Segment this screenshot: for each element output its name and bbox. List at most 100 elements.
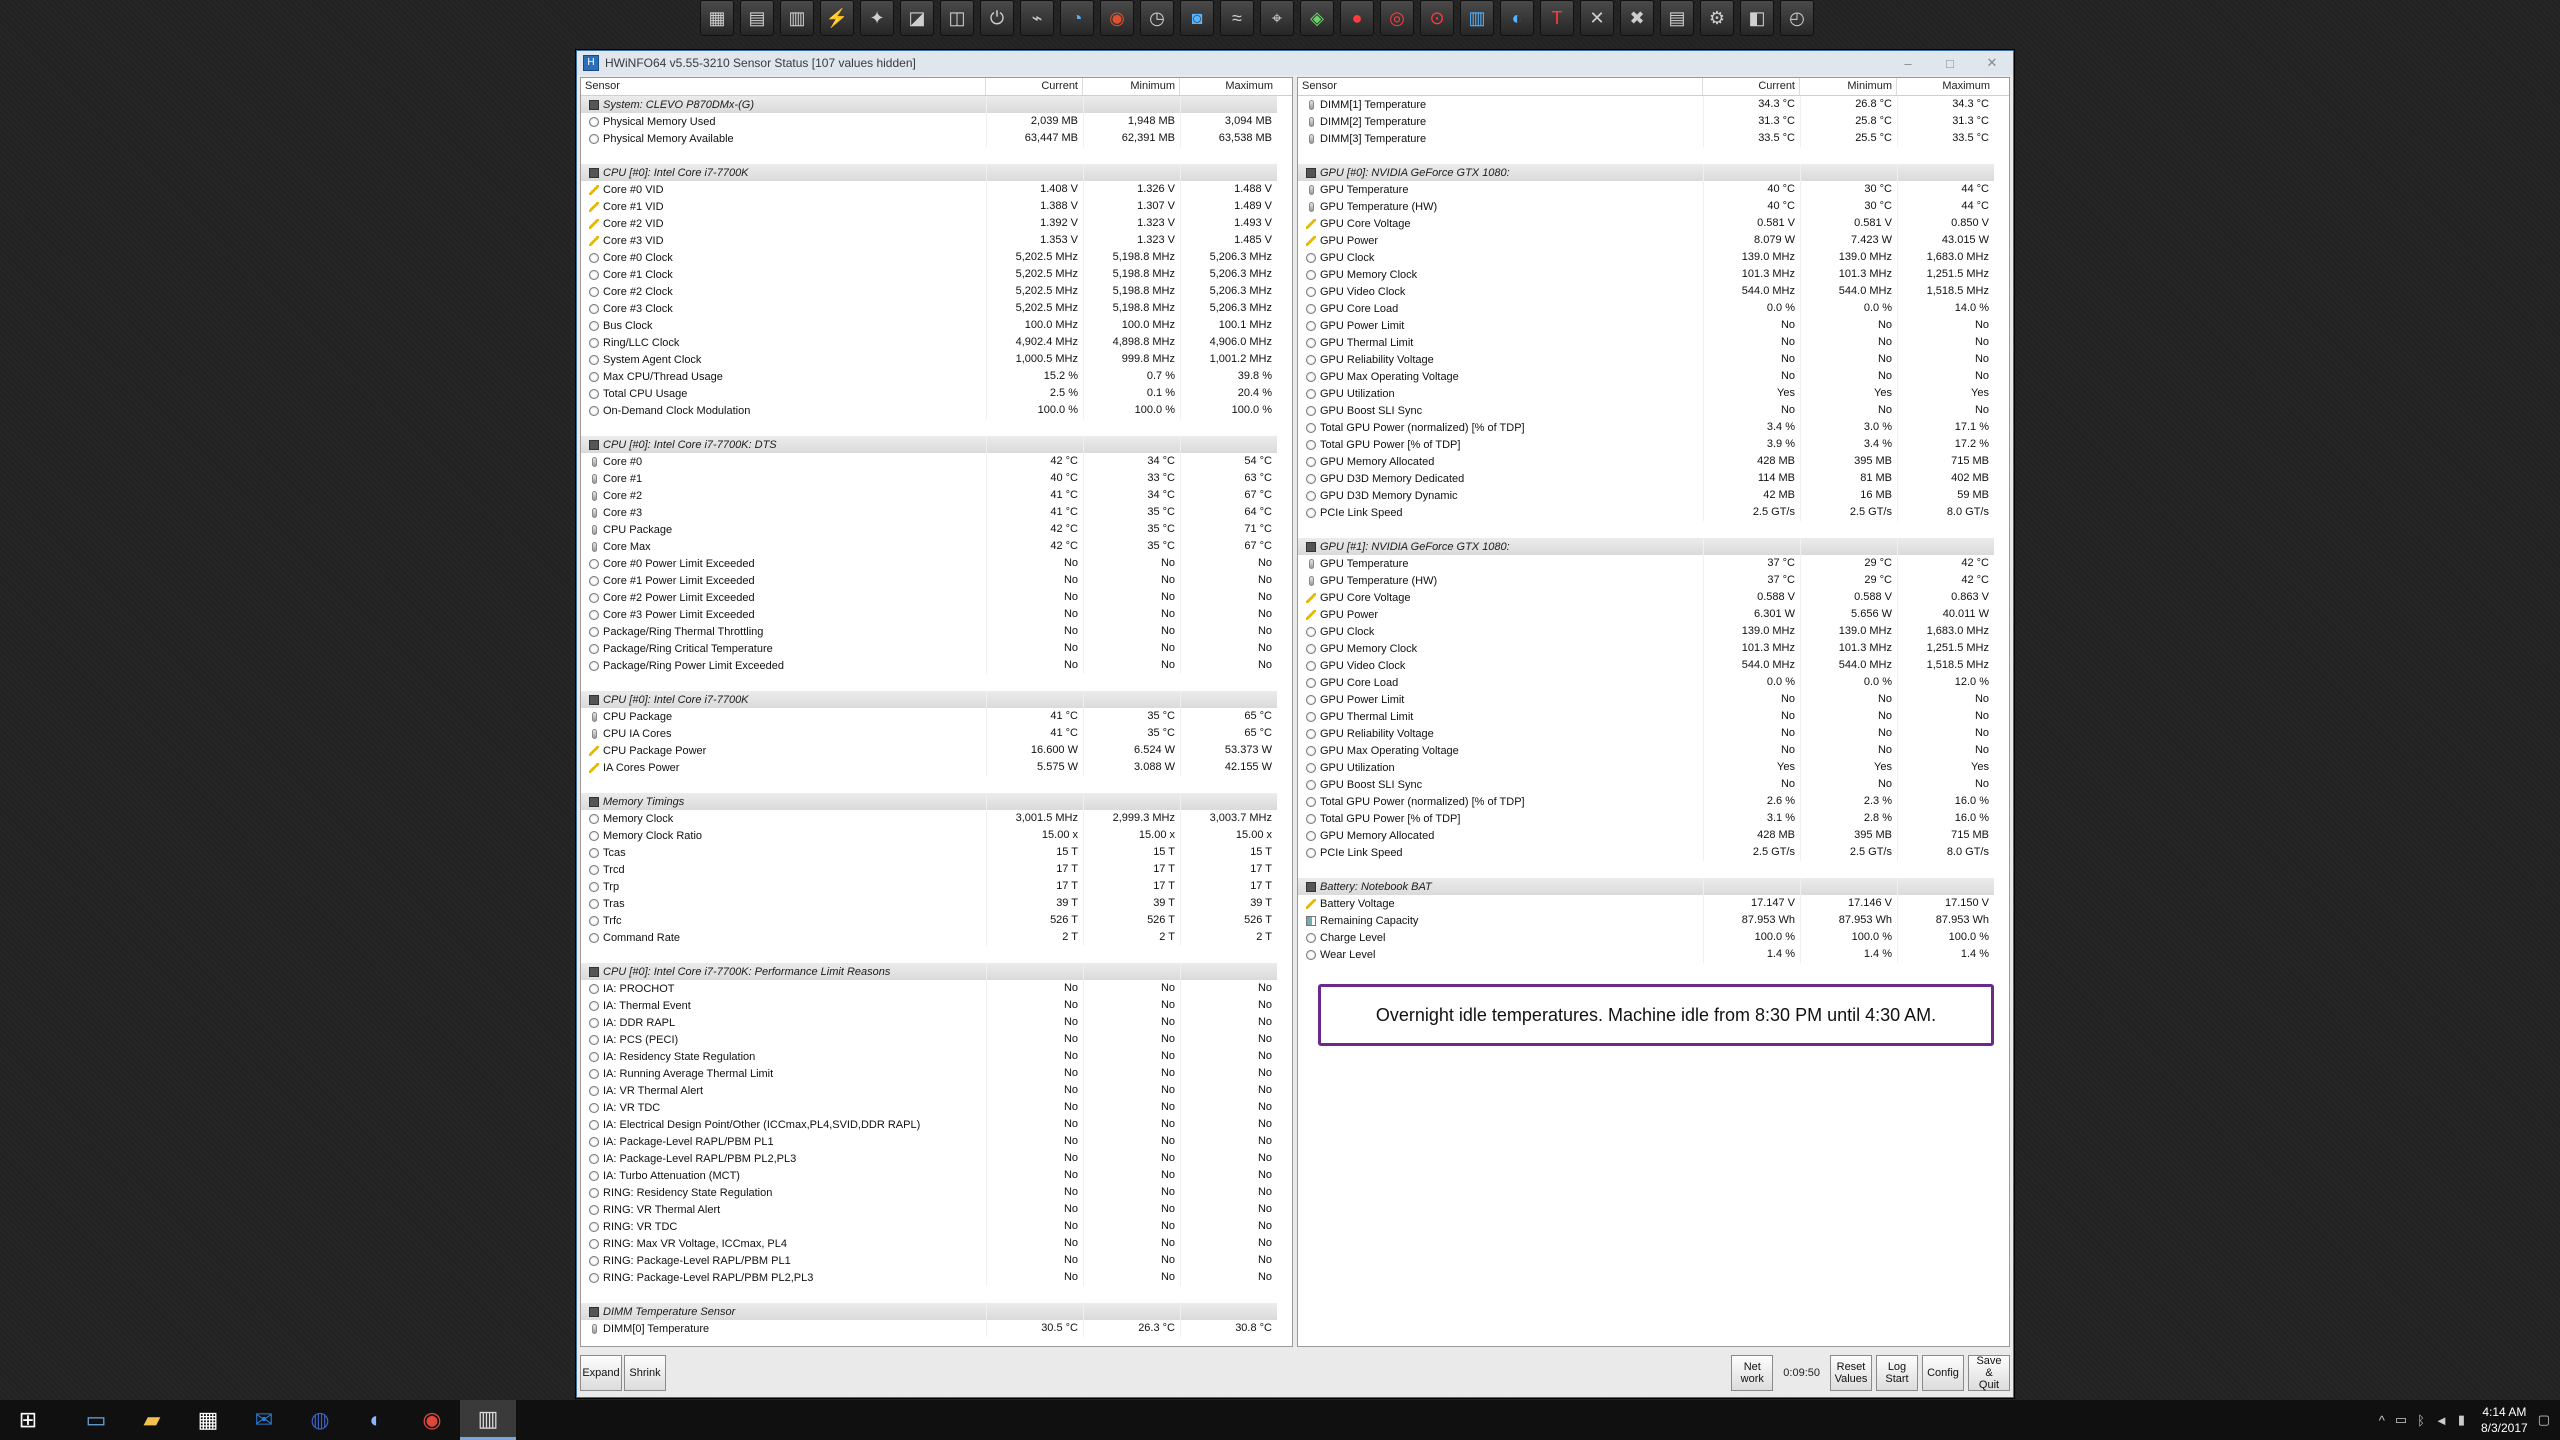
sensor-row[interactable]: GPU Video Clock 544.0 MHz 544.0 MHz 1,518.5…	[1298, 657, 2009, 674]
sensor-row[interactable]: Core #2 Power Limit Exceeded No No No	[581, 589, 1292, 606]
sensor-row[interactable]: Charge Level 100.0 % 100.0 % 100.0 %	[1298, 929, 2009, 946]
sensor-row[interactable]: GPU Boost SLI Sync No No No	[1298, 776, 2009, 793]
minimum-column-header[interactable]: Minimum	[1800, 78, 1897, 95]
sensor-column-header[interactable]: Sensor	[581, 78, 986, 95]
record-icon[interactable]: ◉	[1100, 0, 1134, 36]
current-column-header[interactable]: Current	[1703, 78, 1800, 95]
sensor-row[interactable]: Bus Clock 100.0 MHz 100.0 MHz 100.1 MHz	[581, 317, 1292, 334]
sensor-row[interactable]: IA: PCS (PECI) No No No	[581, 1031, 1292, 1048]
sensor-row[interactable]: Trp 17 T 17 T 17 T	[581, 878, 1292, 895]
sensor-row[interactable]: RING: VR TDC No No No	[581, 1218, 1292, 1235]
sensor-row[interactable]: Command Rate 2 T2 T2 T	[581, 929, 1292, 946]
network-tray-icon[interactable]: ▭	[2395, 1412, 2407, 1428]
ring-icon[interactable]: ◎	[1380, 0, 1414, 36]
sensor-row[interactable]: IA: Electrical Design Point/Other (ICCma…	[581, 1116, 1292, 1133]
toggle-icon[interactable]: ⏻	[980, 0, 1014, 36]
sensor-row[interactable]: IA: Package-Level RAPL/PBM PL2,PL3 No No No	[581, 1150, 1292, 1167]
sensor-row[interactable]: CPU Package Power 16.600 W 6.524 W 53.373 W	[581, 742, 1292, 759]
title-bar[interactable]: H HWiNFO64 v5.55-3210 Sensor Status [107…	[577, 51, 2013, 75]
sensor-row[interactable]: Core #2 41 °C 34 °C 67 °C	[581, 487, 1292, 504]
sensor-row[interactable]: On-Demand Clock Modulation 100.0 % 100.0 %…	[581, 402, 1292, 419]
sensor-row[interactable]: Core #3 VID 1.353 V 1.323 V 1.485 V	[581, 232, 1292, 249]
sensor-row[interactable]: GPU Utilization Yes Yes Yes	[1298, 385, 2009, 402]
sensor-row[interactable]: GPU Clock 139.0 MHz 139.0 MHz 1,683.0 MHz	[1298, 623, 2009, 640]
maximum-column-header[interactable]: Maximum	[1897, 78, 1994, 95]
sensor-row[interactable]: GPU Core Load 0.0 % 0.0 % 14.0 %	[1298, 300, 2009, 317]
sensor-row[interactable]: GPU Power Limit No No No	[1298, 317, 2009, 334]
sensor-row[interactable]: IA Cores Power 5.575 W 3.088 W 42.155 W	[581, 759, 1292, 776]
sensor-row[interactable]: Physical Memory Available 63,447 MB 62,391…	[581, 130, 1292, 147]
sensor-row[interactable]: Core #1 Clock 5,202.5 MHz 5,198.8 MHz 5,206…	[581, 266, 1292, 283]
sensor-row[interactable]: IA: DDR RAPL No No No	[581, 1014, 1292, 1031]
sensor-row[interactable]: Core #2 Clock 5,202.5 MHz 5,198.8 MHz 5,206…	[581, 283, 1292, 300]
sensor-row[interactable]: PCIe Link Speed 2.5 GT/s 2.5 GT/s 8.0 GT/s	[1298, 504, 2009, 521]
close-button[interactable]: ✕	[1971, 55, 2013, 71]
battery-tray-icon[interactable]: ▮	[2458, 1412, 2465, 1428]
stopwatch-icon[interactable]: ◴	[1780, 0, 1814, 36]
sensor-row[interactable]: GPU Power Limit No No No	[1298, 691, 2009, 708]
desktop-icon[interactable]: ▭	[68, 1400, 124, 1440]
sensor-row[interactable]: PCIe Link Speed 2.5 GT/s 2.5 GT/s 8.0 GT/s	[1298, 844, 2009, 861]
nvidia-icon[interactable]: ◈	[1300, 0, 1334, 36]
outlook-icon[interactable]: ✉	[236, 1400, 292, 1440]
sensor-row[interactable]: IA: VR Thermal Alert No No No	[581, 1082, 1292, 1099]
sensor-row[interactable]: GPU D3D Memory Dynamic 42 MB 16 MB 59 MB	[1298, 487, 2009, 504]
sensor-row[interactable]: IA: Thermal Event No No No	[581, 997, 1292, 1014]
sensor-row[interactable]: DIMM[3] Temperature 33.5 °C 25.5 °C 33.5 °C	[1298, 130, 2009, 147]
sensor-row[interactable]: Core Max 42 °C 35 °C 67 °C	[581, 538, 1292, 555]
sensor-row[interactable]: Package/Ring Power Limit Exceeded No No No	[581, 657, 1292, 674]
sensor-row[interactable]: Battery Voltage 17.147 V 17.146 V 17.150 V	[1298, 895, 2009, 912]
taskbar-clock[interactable]: 4:14 AM 8/3/2017	[2481, 1404, 2528, 1436]
cam-icon[interactable]: ◙	[1180, 0, 1214, 36]
sensor-row[interactable]: GPU Temperature 40 °C 30 °C 44 °C	[1298, 181, 2009, 198]
sensor-row[interactable]: GPU Thermal Limit No No No	[1298, 334, 2009, 351]
sensor-row[interactable]: GPU Reliability Voltage No No No	[1298, 351, 2009, 368]
disk-icon[interactable]: ◫	[940, 0, 974, 36]
chrome-icon[interactable]: ◉	[404, 1400, 460, 1440]
sensor-row[interactable]: GPU Boost SLI Sync No No No	[1298, 402, 2009, 419]
gamepad-icon[interactable]: ◧	[1740, 0, 1774, 36]
sensor-group-header[interactable]: DIMM Temperature Sensor	[581, 1303, 1292, 1320]
sensor-row[interactable]: Package/Ring Thermal Throttling No No No	[581, 623, 1292, 640]
firefox-icon[interactable]: ◐	[348, 1400, 404, 1440]
sensor-row[interactable]: IA: Package-Level RAPL/PBM PL1 No No No	[581, 1133, 1292, 1150]
minimum-column-header[interactable]: Minimum	[1083, 78, 1180, 95]
maximum-column-header[interactable]: Maximum	[1180, 78, 1277, 95]
sensor-row[interactable]: Core #3 41 °C 35 °C 64 °C	[581, 504, 1292, 521]
sensor-row[interactable]: Core #0 VID 1.408 V 1.326 V 1.488 V	[581, 181, 1292, 198]
sensor-row[interactable]: Ring/LLC Clock 4,902.4 MHz 4,898.8 MHz 4,90…	[581, 334, 1292, 351]
memo-icon[interactable]: ▤	[1660, 0, 1694, 36]
sensor-row[interactable]: Core #1 VID 1.388 V 1.307 V 1.489 V	[581, 198, 1292, 215]
chevron-up-icon[interactable]: ^	[2379, 1413, 2385, 1428]
target-icon[interactable]: ⊙	[1420, 0, 1454, 36]
sensor-group-header[interactable]: CPU [#0]: Intel Core i7-7700K	[581, 164, 1292, 181]
sensor-row[interactable]: Total GPU Power (normalized) [% of TDP] 3…	[1298, 419, 2009, 436]
sensor-row[interactable]: GPU Max Operating Voltage No No No	[1298, 368, 2009, 385]
sensor-row[interactable]: RING: Package-Level RAPL/PBM PL2,PL3 No No…	[581, 1269, 1292, 1286]
sensor-row[interactable]: Wear Level 1.4 % 1.4 % 1.4 %	[1298, 946, 2009, 963]
gauge-icon[interactable]: ◔	[1060, 0, 1094, 36]
windows-start-icon[interactable]: ⊞	[0, 1400, 56, 1440]
sensor-row[interactable]: Core #0 42 °C 34 °C 54 °C	[581, 453, 1292, 470]
sensor-row[interactable]: RING: VR Thermal Alert No No No	[581, 1201, 1292, 1218]
minimize-button[interactable]: –	[1887, 56, 1929, 71]
sensor-row[interactable]: GPU Video Clock 544.0 MHz 544.0 MHz 1,518.5…	[1298, 283, 2009, 300]
expand-button[interactable]: Expand	[580, 1355, 622, 1391]
config-button[interactable]: Config	[1922, 1355, 1964, 1391]
sensor-row[interactable]: Package/Ring Critical Temperature No No No	[581, 640, 1292, 657]
sensor-row[interactable]: DIMM[1] Temperature 34.3 °C 26.8 °C 34.3 °C	[1298, 96, 2009, 113]
shrink-button[interactable]: Shrink	[624, 1355, 666, 1391]
sensor-row[interactable]: Trcd 17 T 17 T 17 T	[581, 861, 1292, 878]
ram-icon[interactable]: ▥	[780, 0, 814, 36]
sensor-column-header[interactable]: Sensor	[1298, 78, 1703, 95]
sensor-row[interactable]: Memory Clock Ratio 15.00 x 15.00 x 15.00 x	[581, 827, 1292, 844]
hwmonitor-icon[interactable]: ▦	[700, 0, 734, 36]
sensor-row[interactable]: IA: Turbo Attenuation (MCT) No No No	[581, 1167, 1292, 1184]
sensor-row[interactable]: DIMM[2] Temperature 31.3 °C 25.8 °C 31.3 °C	[1298, 113, 2009, 130]
sensor-row[interactable]: Total GPU Power (normalized) [% of TDP] 2…	[1298, 793, 2009, 810]
chart-icon[interactable]: ◪	[900, 0, 934, 36]
sensor-row[interactable]: CPU Package 42 °C 35 °C 71 °C	[581, 521, 1292, 538]
sensor-row[interactable]: GPU Memory Allocated 428 MB 395 MB 715 MB	[1298, 453, 2009, 470]
cpuz-icon[interactable]: ⚡	[820, 0, 854, 36]
current-column-header[interactable]: Current	[986, 78, 1083, 95]
